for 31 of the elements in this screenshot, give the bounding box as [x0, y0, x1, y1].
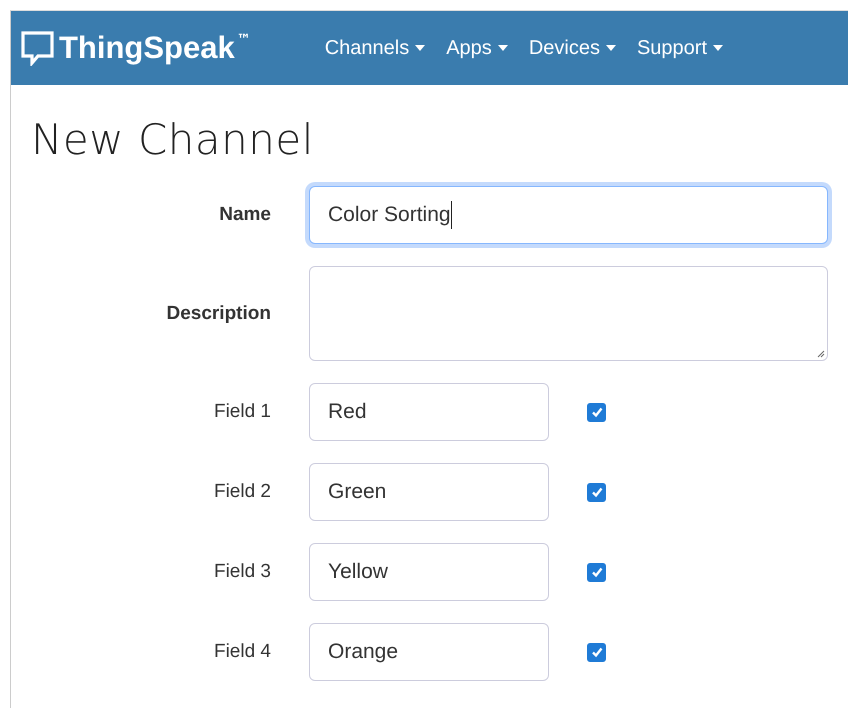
caret-icon — [498, 45, 508, 51]
nav-menu[interactable]: Support — [636, 36, 708, 60]
checkbox[interactable] — [587, 402, 606, 422]
field-label: Field 4 — [212, 641, 271, 663]
input-field[interactable]: Yellow — [309, 543, 549, 601]
checkmark-icon — [590, 645, 604, 659]
caret-icon — [713, 45, 724, 51]
field-label: Field 3 — [212, 561, 271, 583]
brand-name[interactable]: ThingSpeak — [59, 30, 235, 66]
checkbox[interactable] — [587, 562, 606, 582]
field-label: Name — [218, 204, 271, 226]
checkbox[interactable] — [587, 482, 606, 502]
checkbox[interactable] — [587, 642, 606, 662]
caret-icon — [415, 45, 426, 51]
nav-menu[interactable]: Devices — [528, 36, 600, 60]
input-field[interactable]: Orange — [309, 623, 549, 681]
page-title: New Channel — [31, 115, 315, 164]
input-field[interactable]: Red — [309, 383, 549, 441]
field-label: Description — [165, 302, 271, 324]
field-label: Field 1 — [212, 401, 271, 423]
checkmark-icon — [590, 565, 604, 579]
input-field[interactable]: Green — [309, 463, 549, 521]
caret-icon — [606, 45, 616, 51]
nav-menu[interactable]: Apps — [446, 36, 492, 60]
nav-menu[interactable]: Channels — [324, 36, 410, 60]
resize-grip-icon[interactable] — [815, 348, 825, 358]
checkmark-icon — [590, 485, 604, 499]
checkmark-icon — [590, 405, 604, 419]
field-label: Field 2 — [212, 481, 271, 503]
trademark: ™ — [236, 32, 251, 48]
speech-bubble-icon — [21, 30, 55, 66]
